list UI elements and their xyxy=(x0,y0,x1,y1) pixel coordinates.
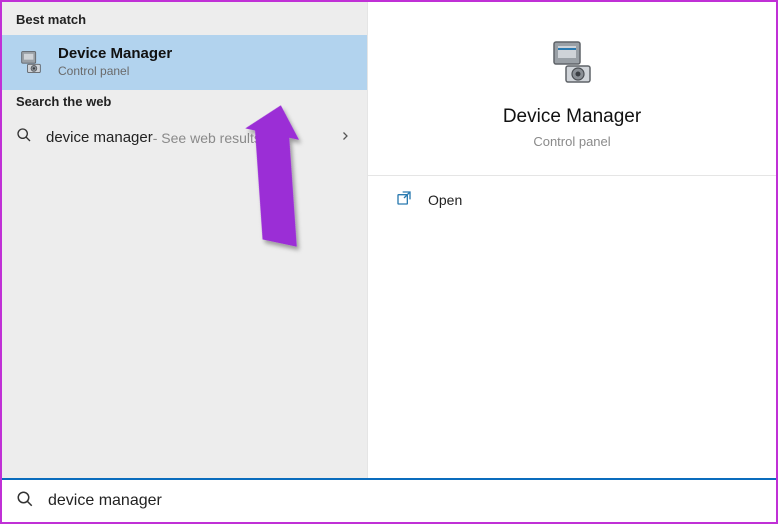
result-subtitle: Control panel xyxy=(58,64,172,78)
device-manager-icon xyxy=(16,47,46,77)
action-open-label: Open xyxy=(428,192,462,208)
details-title: Device Manager xyxy=(503,106,641,128)
chevron-right-icon xyxy=(339,129,351,147)
section-header-best-match: Best match xyxy=(2,8,367,35)
web-result-query: device manager xyxy=(46,129,153,146)
result-title: Device Manager xyxy=(58,45,172,62)
details-panel: Device Manager Control panel Open xyxy=(368,2,776,478)
open-icon xyxy=(396,190,412,209)
results-panel: Best match Device Manager Control panel … xyxy=(2,2,368,478)
search-icon xyxy=(16,490,34,513)
web-result-hint: - See web results xyxy=(153,130,261,146)
device-manager-large-icon xyxy=(548,38,596,86)
search-input[interactable] xyxy=(48,492,762,510)
action-open[interactable]: Open xyxy=(368,176,776,223)
search-icon xyxy=(16,127,34,148)
web-result-row[interactable]: device manager - See web results xyxy=(2,117,367,158)
result-device-manager[interactable]: Device Manager Control panel xyxy=(2,35,367,90)
details-subtitle: Control panel xyxy=(533,134,610,149)
search-bar xyxy=(2,478,776,522)
section-header-web: Search the web xyxy=(2,90,367,117)
